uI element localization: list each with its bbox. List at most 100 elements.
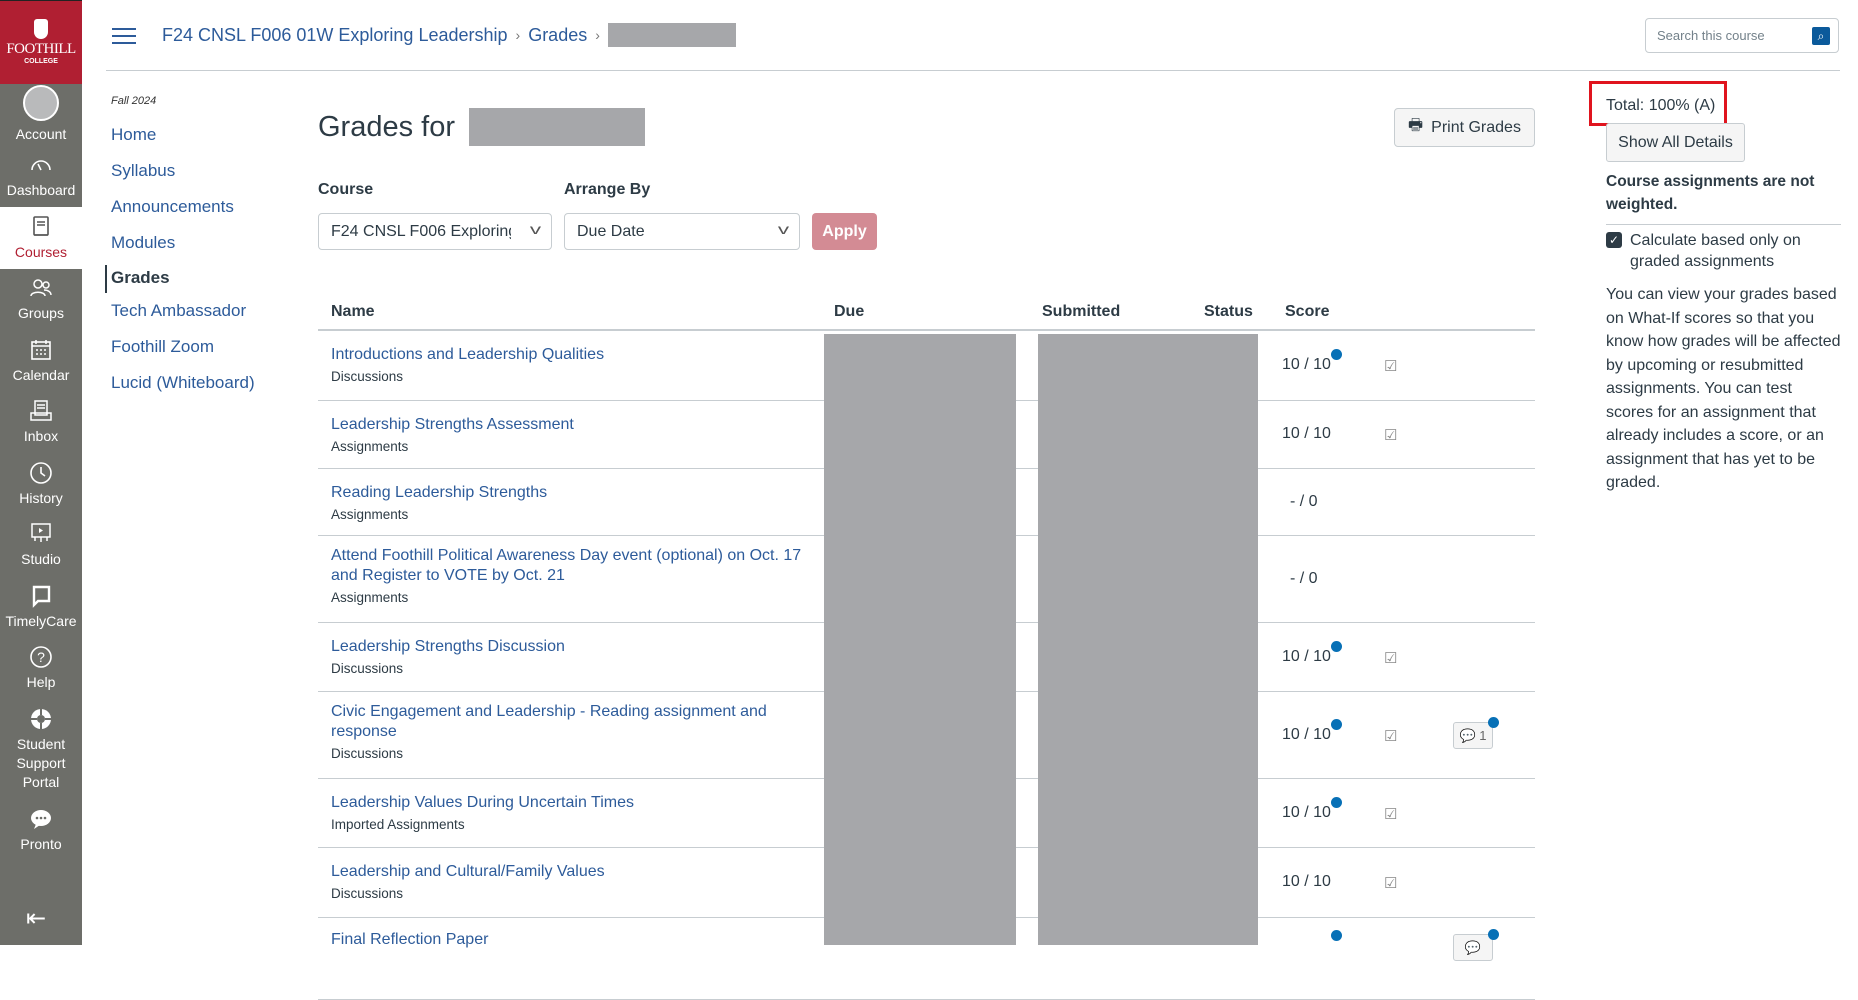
global-nav-label: Calendar	[12, 366, 70, 383]
global-nav-groups[interactable]: Groups	[0, 269, 82, 331]
col-due[interactable]: Due	[834, 303, 864, 321]
assignment-link[interactable]: Leadership Strengths Discussion	[331, 638, 565, 655]
assignment-link[interactable]: Introductions and Leadership Qualities	[331, 346, 604, 363]
apply-button[interactable]: Apply	[812, 213, 877, 250]
print-grades-button[interactable]: 🖶 Print Grades	[1394, 108, 1535, 147]
svg-text:?: ?	[37, 649, 45, 665]
unread-indicator-icon	[1331, 796, 1342, 808]
groups-icon	[30, 279, 52, 297]
comment-icon: 💬	[1464, 940, 1482, 955]
calculate-label: Calculate based only on graded assignmen…	[1630, 232, 1801, 270]
rubric-icon[interactable]: ☑	[1384, 426, 1397, 444]
assignment-type: Assignments	[331, 439, 409, 454]
show-all-details-button[interactable]: Show All Details	[1606, 123, 1745, 162]
chevron-right-icon: ›	[595, 27, 600, 43]
global-nav-inbox[interactable]: Inbox	[0, 392, 82, 454]
timelycare-icon	[32, 585, 51, 608]
weighting-note: Course assignments are not weighted.	[1606, 170, 1841, 225]
course-nav-tech-ambassador[interactable]: Tech Ambassador	[111, 301, 255, 337]
col-score[interactable]: Score	[1285, 303, 1329, 321]
global-nav-label: Student Support Portal	[16, 736, 66, 790]
course-nav-home[interactable]: Home	[111, 125, 255, 161]
collapse-nav-icon[interactable]: ⇤	[26, 904, 46, 933]
assignment-link[interactable]: Leadership and Cultural/Family Values	[331, 863, 605, 880]
chevron-down-icon: v	[777, 221, 790, 237]
global-nav-label: Help	[26, 674, 56, 691]
col-status[interactable]: Status	[1204, 303, 1253, 321]
global-nav-timelycare[interactable]: TimelyCare	[0, 576, 82, 638]
rubric-icon[interactable]: ☑	[1384, 727, 1397, 745]
global-nav-label: Inbox	[23, 428, 59, 445]
rubric-icon[interactable]: ☑	[1384, 357, 1397, 375]
score: 10 / 10	[1282, 873, 1331, 890]
course-navigation: Fall 2024 Home Syllabus Announcements Modul…	[105, 95, 255, 409]
global-nav-label: History	[19, 489, 63, 506]
breadcrumb-grades[interactable]: Grades	[528, 25, 587, 46]
rubric-icon[interactable]: ☑	[1384, 874, 1397, 892]
col-name[interactable]: Name	[331, 303, 375, 321]
redacted-submitted-column	[1038, 334, 1258, 945]
course-nav-foothill-zoom[interactable]: Foothill Zoom	[111, 337, 255, 373]
assignment-link[interactable]: Final Reflection Paper	[331, 931, 488, 948]
global-nav-courses[interactable]: Courses	[0, 207, 82, 269]
search-icon[interactable]: ⌕	[1812, 27, 1830, 45]
term-label: Fall 2024	[111, 95, 157, 107]
print-grades-label: Print Grades	[1431, 118, 1521, 136]
comments-button[interactable]: 💬 1	[1453, 721, 1493, 749]
courses-icon	[33, 215, 49, 236]
search-input[interactable]: Search this course ⌕	[1645, 18, 1839, 53]
checkbox-checked-icon[interactable]: ✓	[1606, 232, 1622, 248]
col-submitted[interactable]: Submitted	[1042, 303, 1120, 321]
global-nav-student-support-portal[interactable]: Student Support Portal	[0, 699, 82, 799]
global-nav-calendar[interactable]: Calendar	[0, 330, 82, 392]
rubric-icon[interactable]: ☑	[1384, 805, 1397, 823]
acorn-icon	[34, 19, 48, 39]
course-select[interactable]: F24 CNSL F006 Exploring Leadership v	[318, 213, 552, 250]
calculate-graded-only-checkbox[interactable]: ✓ Calculate based only on graded assignme…	[1606, 230, 1841, 272]
assignment-link[interactable]: Leadership Values During Uncertain Times	[331, 794, 634, 811]
global-nav-pronto[interactable]: Pronto	[0, 799, 82, 861]
course-nav-grades[interactable]: Grades	[105, 265, 255, 293]
breadcrumb-course[interactable]: F24 CNSL F006 01W Exploring Leadership	[162, 25, 508, 46]
assignment-link[interactable]: Attend Foothill Political Awareness Day …	[331, 547, 801, 584]
global-nav-label: Groups	[18, 305, 64, 322]
course-select-value: F24 CNSL F006 Exploring Leadership	[331, 223, 511, 240]
global-nav-history[interactable]: History	[0, 453, 82, 515]
rubric-icon[interactable]: ☑	[1384, 649, 1397, 667]
arrange-by-select[interactable]: Due Date v	[564, 213, 800, 250]
assignment-link[interactable]: Leadership Strengths Assessment	[331, 416, 574, 433]
course-nav-lucid-whiteboard-[interactable]: Lucid (Whiteboard)	[111, 373, 255, 409]
global-nav-dashboard[interactable]: Dashboard	[0, 146, 82, 208]
course-nav-announcements[interactable]: Announcements	[111, 197, 255, 233]
comment-icon: 💬	[1459, 727, 1476, 743]
avatar	[23, 85, 59, 122]
course-nav-syllabus[interactable]: Syllabus	[111, 161, 255, 197]
logo-line1: FOOTHILL	[6, 41, 76, 57]
comments-button[interactable]: 💬	[1453, 934, 1493, 961]
course-nav-modules[interactable]: Modules	[111, 233, 255, 269]
chevron-right-icon: ›	[515, 27, 521, 43]
comment-count: 1	[1479, 727, 1487, 743]
global-nav-studio[interactable]: Studio	[0, 515, 82, 577]
help-icon: ?	[30, 646, 52, 669]
redacted-student-name	[469, 108, 645, 146]
score: 10 / 10	[1282, 425, 1331, 442]
hamburger-menu-icon[interactable]	[112, 28, 136, 44]
score: 10 / 10	[1282, 803, 1331, 821]
assignment-link[interactable]: Reading Leadership Strengths	[331, 484, 547, 501]
global-nav-help[interactable]: ? Help	[0, 638, 82, 700]
foothill-college-logo[interactable]: FOOTHILL COLLEGE	[0, 1, 82, 84]
assignment-link[interactable]: Civic Engagement and Leadership - Readin…	[331, 703, 767, 740]
global-nav-account[interactable]: Account	[0, 84, 82, 146]
global-nav-label: Pronto	[20, 835, 62, 852]
global-nav-label: Dashboard	[6, 182, 76, 199]
studio-icon	[31, 523, 51, 543]
what-if-info: You can view your grades based on What-I…	[1606, 286, 1841, 491]
header-divider	[106, 70, 1840, 71]
unread-indicator-icon	[1331, 640, 1342, 652]
assignment-type: Discussions	[331, 886, 404, 901]
pronto-icon	[31, 809, 51, 829]
assignment-type: Imported Assignments	[331, 817, 465, 832]
assignment-type: Discussions	[331, 661, 404, 676]
score: 10 / 10	[1282, 356, 1331, 373]
